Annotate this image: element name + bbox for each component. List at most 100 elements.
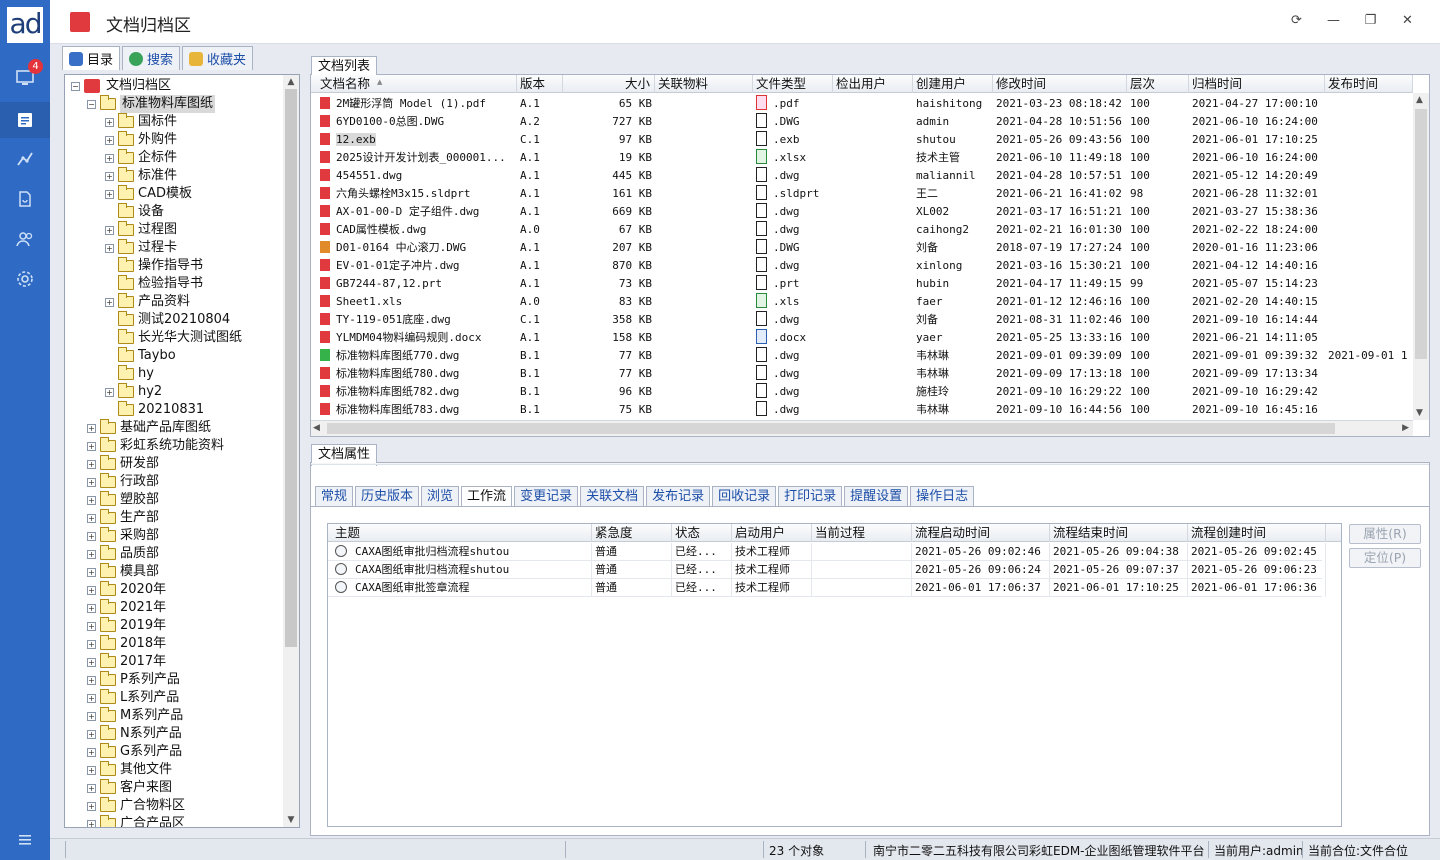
locate-button[interactable]: 定位(P) [1349,548,1421,568]
table-row[interactable]: 12.exb C.1 97 KB .exb shutou 2021-05-26 09:43… [311,131,1413,149]
tree-item[interactable]: + 广合物料区 [87,797,185,815]
column-header[interactable]: 流程启动时间 [912,524,1050,542]
table-row[interactable]: GB7244-87,12.prt A.1 73 KB .prt hubin 2021-04… [311,275,1413,293]
expand-toggle[interactable]: + [87,765,96,775]
tree-item[interactable]: + P系列产品 [87,671,180,689]
table-row[interactable]: D01-0164 中心滚刀.DWG A.1 207 KB .DWG 刘备 2018-07-… [311,239,1413,257]
expand-toggle[interactable]: + [105,171,114,181]
chart-line-icon[interactable] [0,141,50,177]
users-icon[interactable] [0,221,50,257]
table-row[interactable]: 标准物料库图纸770.dwg B.1 77 KB .dwg 韦林琳 2021-09-01 … [311,347,1413,365]
table-row[interactable]: 标准物料库图纸780.dwg B.1 77 KB .dwg 韦林琳 2021-09-09 … [311,365,1413,383]
expand-toggle[interactable]: + [87,585,96,595]
tree-item[interactable]: + 行政部 [87,473,159,491]
expand-toggle[interactable]: + [87,477,96,487]
tree-item[interactable]: + N系列产品 [87,725,182,743]
tree-item[interactable]: 长光华大测试图纸 [105,329,242,347]
expand-toggle[interactable]: + [105,225,114,235]
tree-item[interactable]: + hy2 [105,383,162,401]
expand-toggle[interactable]: + [87,657,96,667]
tree-item[interactable]: + 塑胶部 [87,491,159,509]
tree-item[interactable]: 20210831 [105,401,204,419]
expand-toggle[interactable]: + [105,117,114,127]
expand-toggle[interactable]: + [87,423,96,433]
column-header[interactable]: 紧急度 [592,524,672,542]
table-row[interactable]: AX-01-00-D 定子组件.dwg A.1 669 KB .dwg XL002 202… [311,203,1413,221]
expand-toggle[interactable]: + [87,747,96,757]
scroll-down-icon[interactable]: ▼ [1416,408,1423,418]
tree-item[interactable]: + 客户来图 [87,779,172,797]
property-tab[interactable]: 发布记录 [646,486,711,506]
table-row[interactable]: 2025设计开发计划表_000001... A.1 19 KB .xlsx 技术主管 20… [311,149,1413,167]
tree-item[interactable]: + 过程图 [105,221,177,239]
table-row[interactable]: YLMDM04物料编码规则.docx A.1 158 KB .docx yaer 2021… [311,329,1413,347]
expand-toggle[interactable]: + [87,675,96,685]
scroll-up-icon[interactable]: ▲ [1416,95,1423,105]
tree-item[interactable]: 检验指导书 [105,275,203,293]
column-header[interactable]: 创建用户 [913,75,993,93]
expand-toggle[interactable]: + [87,495,96,505]
expand-toggle[interactable]: + [105,297,114,307]
expand-toggle[interactable]: + [105,387,114,397]
property-tab[interactable]: 历史版本 [355,486,420,506]
expand-toggle[interactable]: + [105,189,114,199]
table-row[interactable]: EV-01-01定子冲片.dwg A.1 870 KB .dwg xinlong 2021… [311,257,1413,275]
column-header[interactable]: 版本 [517,75,563,93]
document-list-icon[interactable] [0,102,50,138]
expand-toggle[interactable]: + [87,567,96,577]
expand-toggle[interactable]: + [87,459,96,469]
menu-hamburger-icon[interactable] [0,822,50,858]
tree-item[interactable]: + 国标件 [105,113,177,131]
tree-item[interactable]: + 采购部 [87,527,159,545]
expand-toggle[interactable]: + [87,549,96,559]
expand-toggle[interactable]: + [105,153,114,163]
workflow-row[interactable]: CAXA图纸审批归档流程shutou 普通 已经... 技术工程师 2021-05-26… [328,543,1326,561]
column-header[interactable]: 发布时间 [1325,75,1413,93]
column-header[interactable]: 流程结束时间 [1050,524,1188,542]
expand-toggle[interactable]: + [87,819,96,827]
column-header[interactable]: 检出用户 [833,75,913,93]
column-header[interactable]: 大小 [563,75,655,93]
tree-item[interactable]: + 企标件 [105,149,177,167]
workflow-row[interactable]: CAXA图纸审批归档流程shutou 普通 已经... 技术工程师 2021-05-26… [328,561,1326,579]
table-row[interactable]: CAD属性模板.dwg A.0 67 KB .dwg caihong2 2021-02-2… [311,221,1413,239]
table-row[interactable]: 标准物料库图纸782.dwg B.1 96 KB .dwg 施桂玲 2021-09-10 … [311,383,1413,401]
expand-toggle[interactable]: + [105,135,114,145]
tree-item[interactable]: +2021年 [87,599,166,617]
property-tab[interactable]: 浏览 [421,486,460,506]
tree-item[interactable]: 测试20210804 [105,311,230,329]
tab-favorites[interactable]: 收藏夹 [182,46,254,70]
workflow-row[interactable]: CAXA图纸审批签章流程 普通 已经... 技术工程师 2021-06-01 17:06… [328,579,1326,597]
refresh-icon[interactable]: ⟳ [1278,10,1315,30]
settings-gear-icon[interactable] [0,261,50,297]
tree-item[interactable]: + 研发部 [87,455,159,473]
column-header[interactable]: 启动用户 [732,524,812,542]
tree-item[interactable]: + 彩虹系统功能资料 [87,437,224,455]
tree-item[interactable]: +2019年 [87,617,166,635]
tree-item[interactable]: + 广合产品区 [87,815,185,827]
tree-item[interactable]: + 品质部 [87,545,159,563]
table-row[interactable]: 2M罐形浮筒 Model (1).pdf A.1 65 KB .pdf haishito… [311,95,1413,113]
expand-toggle[interactable]: + [87,513,96,523]
tree-item[interactable]: + G系列产品 [87,743,182,761]
tree-item[interactable]: + L系列产品 [87,689,179,707]
property-tab[interactable]: 操作日志 [910,486,975,506]
scroll-right-icon[interactable]: ▶ [1402,423,1409,433]
tree-item[interactable]: 操作指导书 [105,257,203,275]
tree-item[interactable]: + CAD模板 [105,185,192,203]
expand-toggle[interactable]: + [87,693,96,703]
tree-item[interactable]: + 生产部 [87,509,159,527]
table-row[interactable]: 标准物料库图纸783.dwg B.1 75 KB .dwg 韦林琳 2021-09-10 … [311,401,1413,419]
scroll-left-icon[interactable]: ◀ [313,423,320,433]
list-hscrollbar[interactable]: ◀ ▶ [311,420,1413,436]
column-header[interactable]: 关联物料 [655,75,753,93]
list-scroll-thumb[interactable] [1415,109,1427,359]
tree-item[interactable]: + 其他文件 [87,761,172,779]
property-tab[interactable]: 回收记录 [712,486,777,506]
scroll-up-icon[interactable]: ▲ [285,76,297,88]
expand-toggle[interactable]: + [87,603,96,613]
tree-item[interactable]: + 产品资料 [105,293,190,311]
tree-item[interactable]: +2017年 [87,653,166,671]
property-tab[interactable]: 关联文档 [580,486,645,506]
properties-button[interactable]: 属性(R) [1349,524,1421,544]
